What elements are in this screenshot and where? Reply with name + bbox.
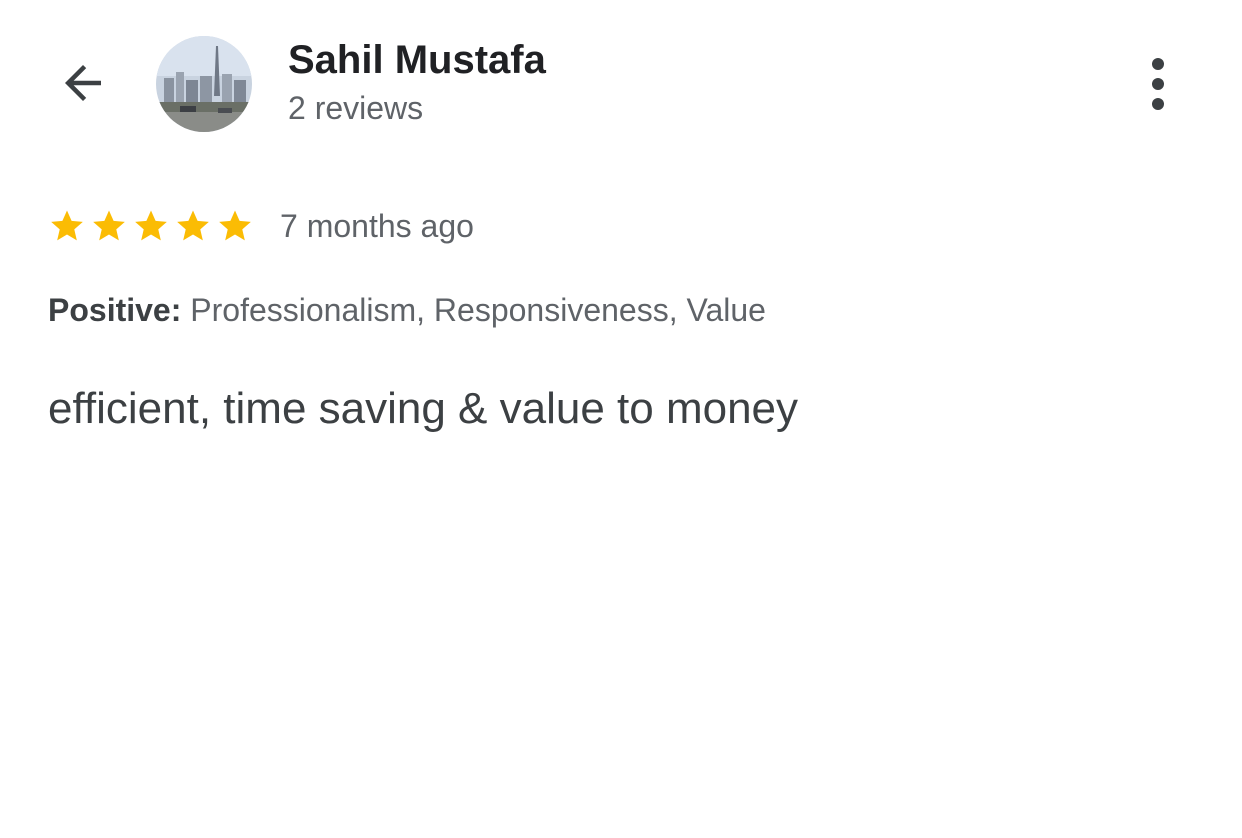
more-vertical-icon (1152, 58, 1164, 110)
arrow-back-icon (65, 65, 101, 101)
rating-row: 7 months ago (48, 202, 474, 250)
attributes-value: Professionalism, Responsiveness, Value (181, 292, 766, 328)
reviewer-name[interactable]: Sahil Mustafa (288, 38, 546, 83)
back-button[interactable] (50, 50, 116, 116)
attributes-label: Positive: (48, 292, 182, 328)
review-text: efficient, time saving & value to money (48, 384, 799, 433)
star-icon (51, 210, 83, 241)
star-icon (219, 210, 251, 241)
avatar-photo (156, 36, 252, 132)
star-rating (48, 207, 258, 245)
reviewer-header: Sahil Mustafa 2 reviews (0, 0, 1242, 160)
reviewer-review-count[interactable]: 2 reviews (288, 90, 423, 127)
star-icon (135, 210, 167, 241)
avatar[interactable] (156, 36, 252, 132)
more-options-button[interactable] (1128, 50, 1188, 118)
star-icon (177, 210, 209, 241)
review-attributes: Positive: Professionalism, Responsivenes… (48, 292, 766, 329)
review-time: 7 months ago (280, 207, 474, 244)
star-icon (93, 210, 125, 241)
